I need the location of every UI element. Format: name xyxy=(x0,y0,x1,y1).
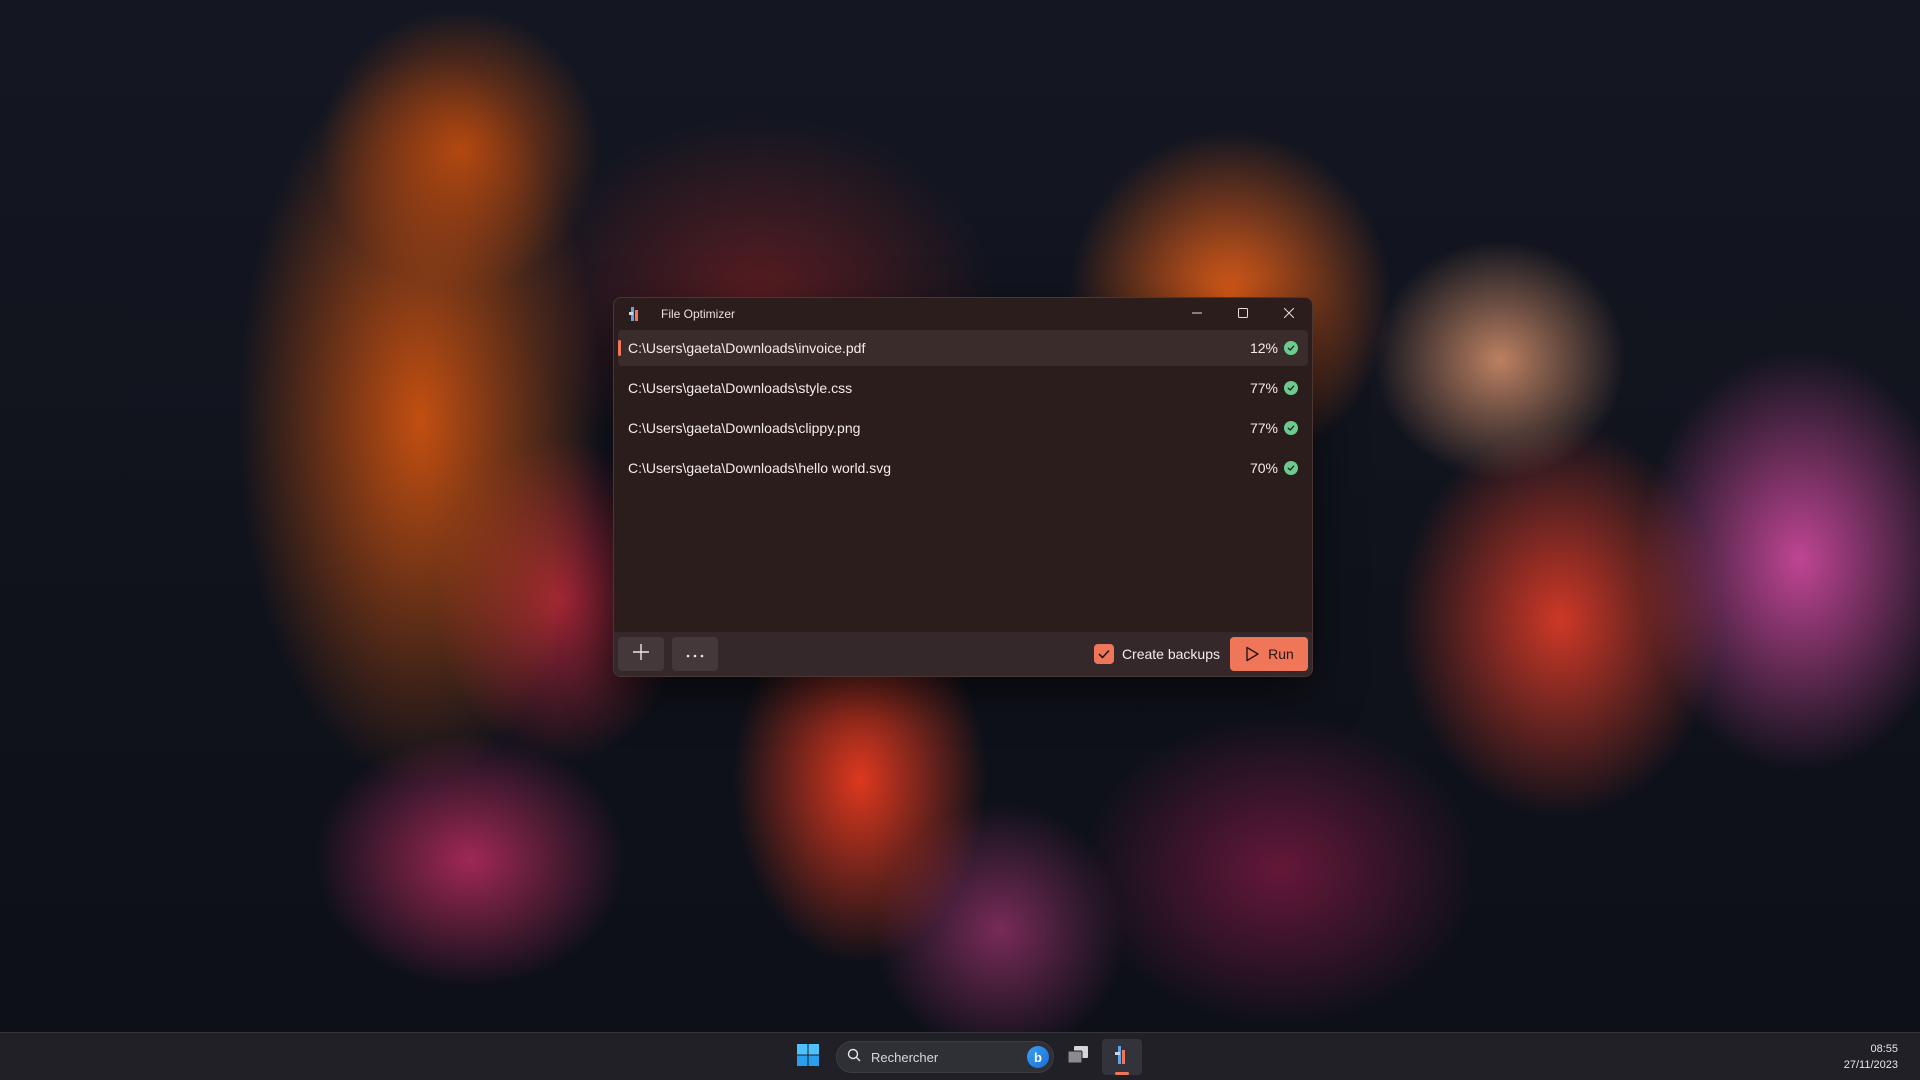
windows-logo-icon xyxy=(797,1043,819,1071)
create-backups-checkbox[interactable]: Create backups xyxy=(1093,644,1220,664)
more-options-button[interactable] xyxy=(672,637,718,671)
system-clock[interactable]: 08:55 27/11/2023 xyxy=(1844,1041,1898,1073)
maximize-icon xyxy=(1238,305,1248,323)
minimize-icon xyxy=(1192,305,1202,323)
file-percent: 12% xyxy=(1249,340,1278,356)
app-icon xyxy=(629,306,643,322)
add-files-button[interactable] xyxy=(618,637,664,671)
close-button[interactable] xyxy=(1266,298,1312,330)
plus-icon xyxy=(632,643,650,666)
file-path: C:\Users\gaeta\Downloads\hello world.svg xyxy=(628,460,892,476)
file-percent: 70% xyxy=(1249,460,1278,476)
clock-date: 27/11/2023 xyxy=(1843,1059,1898,1071)
running-indicator xyxy=(1115,1072,1129,1075)
file-optimizer-window: File Optimizer C:\Users\gaeta\Downloads\… xyxy=(613,297,1313,677)
check-circle-icon xyxy=(1284,461,1298,475)
list-item[interactable]: C:\Users\gaeta\Downloads\invoice.pdf 12% xyxy=(618,330,1308,366)
file-list: C:\Users\gaeta\Downloads\invoice.pdf 12%… xyxy=(618,330,1308,490)
more-icon xyxy=(686,645,704,663)
run-button[interactable]: Run xyxy=(1230,637,1308,671)
command-bar: Create backups Run xyxy=(614,632,1312,676)
list-item[interactable]: C:\Users\gaeta\Downloads\hello world.svg… xyxy=(618,450,1308,486)
file-optimizer-icon xyxy=(1115,1045,1129,1070)
file-path: C:\Users\gaeta\Downloads\style.css xyxy=(628,380,853,396)
task-view-icon xyxy=(1067,1045,1089,1070)
check-circle-icon xyxy=(1284,421,1298,435)
file-path: C:\Users\gaeta\Downloads\clippy.png xyxy=(628,420,861,436)
taskbar: Rechercher b 08:55 27/11/2023 xyxy=(0,1032,1920,1080)
bing-icon[interactable]: b xyxy=(1027,1046,1049,1068)
search-icon xyxy=(847,1048,861,1067)
file-percent: 77% xyxy=(1249,380,1278,396)
play-icon xyxy=(1244,646,1260,662)
search-placeholder: Rechercher xyxy=(871,1049,939,1065)
title-bar[interactable]: File Optimizer xyxy=(614,298,1312,330)
list-item[interactable]: C:\Users\gaeta\Downloads\style.css 77% xyxy=(618,370,1308,406)
check-circle-icon xyxy=(1284,341,1298,355)
check-circle-icon xyxy=(1284,381,1298,395)
file-path: C:\Users\gaeta\Downloads\invoice.pdf xyxy=(628,340,866,356)
taskbar-search[interactable]: Rechercher b xyxy=(836,1041,1054,1073)
minimize-button[interactable] xyxy=(1174,298,1220,330)
clock-time: 08:55 xyxy=(1870,1043,1898,1055)
maximize-button[interactable] xyxy=(1220,298,1266,330)
selection-indicator xyxy=(618,340,621,356)
file-percent: 77% xyxy=(1249,420,1278,436)
checkmark-icon xyxy=(1093,644,1114,664)
task-view-button[interactable] xyxy=(1058,1039,1098,1075)
taskbar-file-optimizer[interactable] xyxy=(1102,1039,1142,1075)
close-icon xyxy=(1283,305,1295,323)
run-label: Run xyxy=(1268,646,1294,662)
window-title: File Optimizer xyxy=(661,307,736,321)
create-backups-label: Create backups xyxy=(1121,646,1220,662)
list-item[interactable]: C:\Users\gaeta\Downloads\clippy.png 77% xyxy=(618,410,1308,446)
start-button[interactable] xyxy=(788,1039,828,1075)
